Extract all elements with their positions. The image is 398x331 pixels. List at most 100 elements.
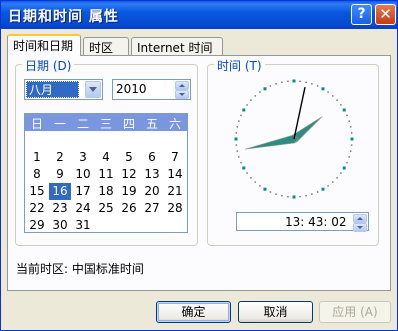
calendar-day[interactable]: 28 [164, 200, 186, 217]
calendar-day[interactable]: 25 [95, 200, 117, 217]
month-calendar[interactable]: 日一二三四五六 1 2 3 4 5 6 7 8 9 10 11 12 13 14 15 16 17 18 19 20 2… [24, 113, 188, 233]
weekday-label: 一 [53, 117, 66, 131]
clock-minute-mark [299, 196, 301, 198]
time-down-button[interactable] [353, 223, 367, 232]
time-up-button[interactable] [353, 214, 367, 223]
clock-minute-mark [351, 132, 353, 134]
calendar-day[interactable]: 22 [26, 200, 48, 217]
date-group-legend: 日期 (D) [22, 57, 75, 74]
clock-hour-mark [321, 87, 325, 91]
clock-minute-mark [240, 161, 242, 164]
clock-minute-mark [350, 126, 352, 128]
time-input[interactable]: 13: 43: 02 [236, 212, 369, 232]
clock-minute-mark [281, 195, 283, 197]
title-bar[interactable]: 日期和时间 属性 ? ✕ [1, 1, 397, 29]
dialog-window: 日期和时间 属性 ? ✕ 时间和日期 时区 Internet 时间 日期 (D)… [0, 0, 398, 331]
clock-minute-mark [311, 193, 313, 195]
clock-minute-mark [336, 99, 338, 101]
calendar-day[interactable]: 2 [49, 149, 71, 166]
clock-hour-mark [292, 195, 296, 199]
calendar-day[interactable]: 24 [72, 200, 94, 217]
clock-hour-mark [242, 108, 246, 112]
clock-minute-mark [311, 83, 313, 85]
calendar-day[interactable]: 18 [95, 183, 117, 200]
clock-minute-mark [269, 85, 272, 87]
clock-minute-mark [316, 85, 319, 87]
year-down-button[interactable] [175, 90, 189, 99]
clock-minute-mark [346, 114, 348, 117]
calendar-day[interactable]: 3 [72, 149, 94, 166]
tab-time-and-date[interactable]: 时间和日期 [7, 34, 81, 56]
calendar-day[interactable]: 7 [164, 149, 186, 166]
year-up-button[interactable] [175, 81, 189, 90]
calendar-day[interactable]: 6 [141, 149, 163, 166]
clock-minute-mark [240, 114, 242, 117]
help-icon: ? [357, 6, 366, 22]
month-dropdown-button[interactable] [85, 81, 101, 98]
weekday-label: 六 [168, 117, 181, 131]
calendar-day[interactable]: 9 [49, 166, 71, 183]
clock-minute-mark [254, 181, 256, 183]
calendar-day[interactable]: 30 [49, 217, 71, 234]
weekday-label: 日 [30, 117, 43, 131]
calendar-day[interactable]: 21 [164, 183, 186, 200]
month-select[interactable]: 八月 [24, 79, 103, 100]
window-title: 日期和时间 属性 [8, 9, 119, 25]
calendar-day[interactable]: 4 [95, 149, 117, 166]
clock-minute-mark [287, 196, 289, 198]
ok-button[interactable]: 确定 [156, 301, 231, 323]
clock-minute-mark [305, 195, 307, 197]
clock-hour-mark [350, 137, 354, 141]
tab-internet-time[interactable]: Internet 时间 [131, 37, 223, 55]
weekday-label: 二 [76, 117, 89, 131]
calendar-day[interactable]: 17 [72, 183, 94, 200]
clock-minute-mark [332, 95, 334, 97]
calendar-day[interactable]: 5 [118, 149, 140, 166]
tab-timezone[interactable]: 时区 [83, 37, 129, 55]
calendar-day[interactable]: 10 [72, 166, 94, 183]
calendar-day[interactable]: 14 [164, 166, 186, 183]
calendar-day[interactable]: 23 [49, 200, 71, 217]
help-button[interactable]: ? [351, 4, 372, 25]
clock-minute-mark [246, 172, 248, 174]
current-timezone-label: 当前时区: [16, 262, 69, 276]
clock-minute-mark [348, 156, 350, 158]
clock-minute-mark [327, 185, 329, 187]
clock-hour-mark [342, 108, 346, 112]
clock-hour-mark [342, 166, 346, 170]
clock-minute-mark [236, 126, 238, 128]
calendar-day[interactable]: 31 [72, 217, 94, 234]
calendar-day[interactable]: 19 [118, 183, 140, 200]
cancel-button[interactable]: 取消 [238, 301, 313, 323]
year-spinner[interactable]: 2010 [112, 79, 191, 100]
calendar-day[interactable]: 27 [141, 200, 163, 217]
year-value: 2010 [116, 82, 147, 96]
arrow-up-icon [179, 84, 185, 87]
calendar-day[interactable]: 11 [95, 166, 117, 183]
calendar-day[interactable]: 13 [141, 166, 163, 183]
weekday-label: 五 [145, 117, 158, 131]
clock-minute-mark [281, 81, 283, 83]
clock-minute-mark [340, 104, 342, 106]
weekday-label: 三 [99, 117, 112, 131]
clock-minute-mark [275, 83, 277, 85]
calendar-day[interactable]: 1 [26, 149, 48, 166]
calendar-day[interactable]: 15 [26, 183, 48, 200]
analog-clock [234, 79, 354, 199]
clock-minute-mark [287, 80, 289, 82]
clock-minute-mark [346, 161, 348, 164]
apply-button[interactable]: 应用 (A) [319, 301, 391, 323]
weekday-label: 四 [122, 117, 135, 131]
clock-minute-mark [316, 191, 319, 193]
calendar-day-selected[interactable]: 16 [49, 183, 71, 200]
arrow-up-icon [357, 217, 363, 220]
clock-minute-mark [332, 181, 334, 183]
calendar-day[interactable]: 12 [118, 166, 140, 183]
close-button[interactable]: ✕ [375, 4, 396, 25]
calendar-day[interactable]: 26 [118, 200, 140, 217]
calendar-day[interactable]: 29 [26, 217, 48, 234]
calendar-day[interactable]: 20 [141, 183, 163, 200]
close-icon: ✕ [379, 5, 392, 23]
calendar-day[interactable]: 8 [26, 166, 48, 183]
clock-hour-mark [292, 79, 296, 83]
